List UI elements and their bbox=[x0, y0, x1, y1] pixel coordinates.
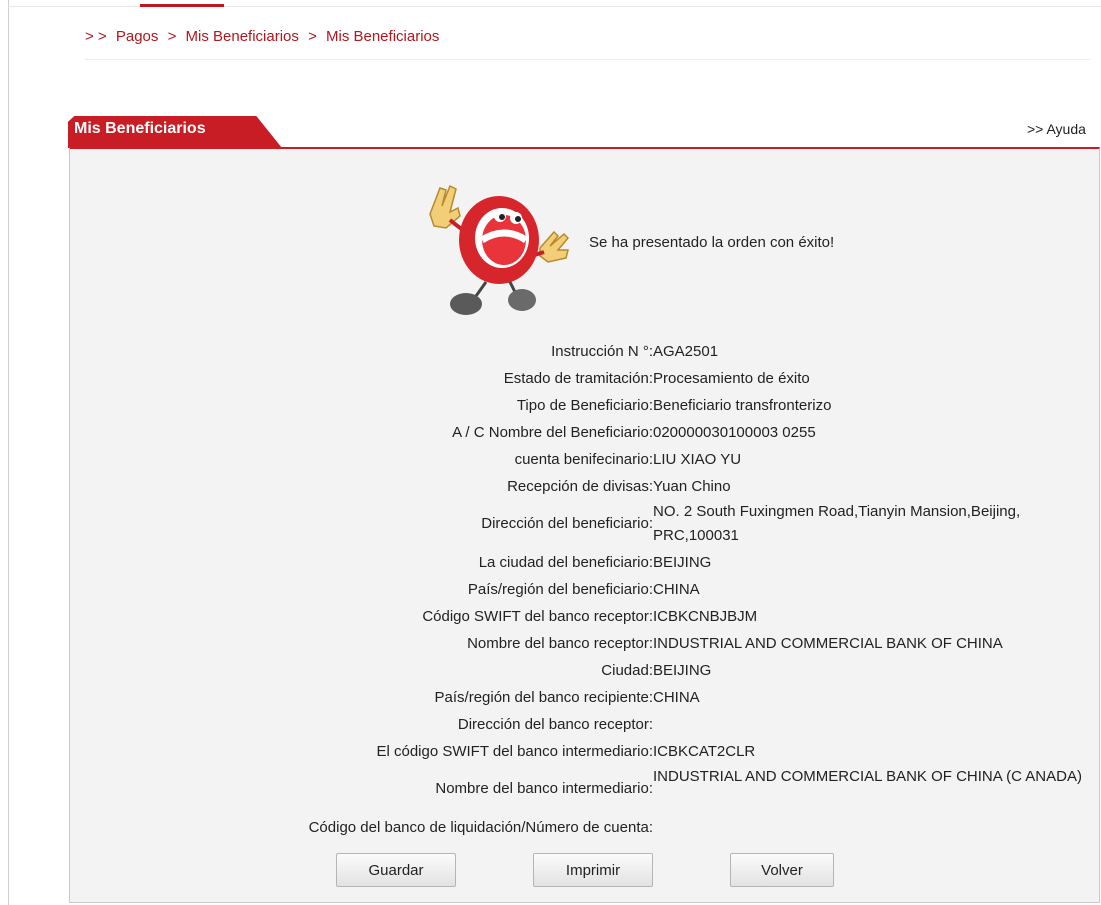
detail-label: Tipo de Beneficiario: bbox=[516, 397, 653, 414]
detail-value: ICBKCNBJBJM bbox=[653, 608, 758, 625]
breadcrumb-separator: > bbox=[167, 28, 177, 45]
detail-label: País/región del banco recipiente: bbox=[434, 689, 653, 706]
detail-value: AGA2501 bbox=[653, 343, 719, 360]
detail-value: INDUSTRIAL AND COMMERCIAL BANK OF CHINA … bbox=[653, 768, 1082, 785]
detail-value: BEIJING bbox=[653, 662, 712, 679]
detail-label: Instrucción N °: bbox=[551, 343, 653, 360]
detail-value: Procesamiento de éxito bbox=[653, 370, 810, 387]
detail-label: Código del banco de liquidación/Número d… bbox=[308, 819, 653, 836]
breadcrumb-separator: > bbox=[308, 28, 317, 45]
detail-label: Dirección del beneficiario: bbox=[481, 515, 653, 532]
detail-label: Estado de tramitación: bbox=[503, 370, 653, 387]
breadcrumb-item-beneficiarios[interactable]: Mis Beneficiarios bbox=[186, 28, 299, 45]
breadcrumb-divider bbox=[85, 59, 1090, 60]
detail-label: cuenta benifecinario: bbox=[514, 451, 653, 468]
active-nav-indicator bbox=[140, 4, 224, 7]
back-button[interactable]: Volver bbox=[730, 853, 834, 887]
detail-label: El código SWIFT del banco intermediario: bbox=[376, 743, 653, 760]
detail-label: Recepción de divisas: bbox=[507, 478, 653, 495]
detail-label: Nombre del banco intermediario: bbox=[435, 780, 653, 797]
detail-value: ICBKCAT2CLR bbox=[653, 743, 756, 760]
panel-title: Mis Beneficiarios bbox=[74, 120, 206, 137]
detail-label: Dirección del banco receptor: bbox=[457, 716, 653, 733]
detail-value: CHINA bbox=[653, 581, 700, 598]
success-mascot-icon bbox=[429, 184, 570, 315]
detail-value: BEIJING bbox=[653, 554, 712, 571]
detail-value: NO. 2 South Fuxingmen Road,Tianyin Mansi… bbox=[653, 503, 1021, 544]
detail-value: LIU XIAO YU bbox=[653, 451, 742, 468]
save-button[interactable]: Guardar bbox=[336, 853, 456, 887]
left-border bbox=[8, 0, 9, 905]
detail-label: Código SWIFT del banco receptor: bbox=[422, 608, 653, 625]
detail-label: A / C Nombre del Beneficiario: bbox=[452, 424, 653, 441]
success-message: Se ha presentado la orden con éxito! bbox=[589, 234, 835, 251]
detail-value: Yuan Chino bbox=[653, 478, 731, 495]
detail-label: La ciudad del beneficiario: bbox=[478, 554, 653, 571]
help-link[interactable]: >> Ayuda bbox=[1027, 121, 1086, 137]
detail-label: Ciudad: bbox=[601, 662, 653, 679]
detail-value: Beneficiario transfronterizo bbox=[653, 397, 832, 414]
detail-label: Nombre del banco receptor: bbox=[467, 635, 653, 652]
breadcrumb-prefix: > > bbox=[85, 28, 107, 45]
detail-value: CHINA bbox=[653, 689, 700, 706]
breadcrumb: > > Pagos > Mis Beneficiarios > Mis Bene… bbox=[85, 28, 444, 45]
detail-value: INDUSTRIAL AND COMMERCIAL BANK OF CHINA bbox=[653, 635, 1003, 652]
breadcrumb-item-current[interactable]: Mis Beneficiarios bbox=[326, 28, 439, 45]
detail-row: Dirección del beneficiario: NO. 2 South … bbox=[70, 500, 1100, 552]
detail-label: País/región del beneficiario: bbox=[467, 581, 653, 598]
print-button[interactable]: Imprimir bbox=[533, 853, 653, 887]
detail-row: Nombre del banco intermediario: INDUSTRI… bbox=[70, 765, 1100, 817]
detail-value: 020000030100003 0255 bbox=[653, 424, 816, 441]
breadcrumb-item-pagos[interactable]: Pagos bbox=[116, 28, 159, 45]
